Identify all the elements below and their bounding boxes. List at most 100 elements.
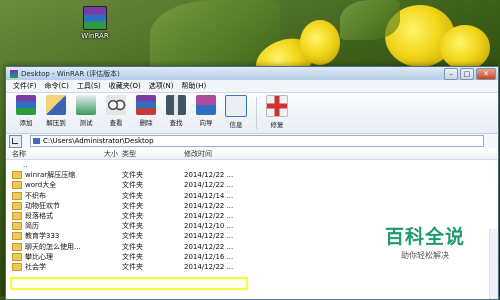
menu-help[interactable]: 帮助(H): [177, 81, 210, 91]
find-label: 查找: [169, 119, 183, 127]
close-button[interactable]: ✕: [476, 67, 496, 80]
list-header: 名称 大小 类型 修改时间: [6, 148, 498, 160]
row-type: 文件夹: [122, 212, 143, 221]
row-type: 文件夹: [122, 181, 143, 190]
row-name: 聊天的怎么使用...: [6, 242, 96, 252]
row-modified: 2014/12/22 ...: [184, 242, 234, 251]
winrar-icon: [83, 6, 107, 30]
winrar-window: Desktop - WinRAR (评估版本) – □ ✕ 文件(F) 命令(C…: [5, 66, 499, 300]
row-type: 文件夹: [122, 201, 143, 210]
test-icon: [76, 95, 96, 115]
parent-folder-icon: [12, 162, 20, 168]
table-row[interactable]: 动物狂欢节 文件夹 2014/12/22 ...: [6, 201, 498, 211]
row-name: 动物狂欢节: [6, 201, 96, 211]
row-type: 文件夹: [122, 252, 143, 261]
info-label: 信息: [229, 121, 243, 129]
table-row[interactable]: word大全 文件夹 2014/12/22 ...: [6, 180, 498, 190]
row-name: winrar解压压缩: [6, 170, 96, 180]
toolbar: 添加 解压到 测试 查看 删除 查找 向导 信息 修复: [6, 93, 498, 134]
row-name-text: winrar解压压缩: [25, 171, 76, 180]
table-row[interactable]: 社会学 文件夹 2014/12/22 ...: [6, 262, 498, 272]
repair-icon: [266, 95, 288, 117]
title-bar[interactable]: Desktop - WinRAR (评估版本) – □ ✕: [6, 67, 498, 80]
folder-icon: [12, 262, 22, 271]
row-modified: 2014/12/22 ...: [184, 201, 234, 210]
wallpaper-leaf: [340, 0, 400, 40]
desktop-icon-winrar[interactable]: WinRAR: [78, 6, 112, 40]
row-modified: 2014/12/22 ...: [184, 171, 234, 180]
row-name-text: 社会学: [25, 262, 46, 271]
extract-to-label: 解压到: [46, 119, 66, 127]
table-row[interactable]: 段落格式 文件夹 2014/12/22 ...: [6, 211, 498, 221]
row-type: 文件夹: [122, 262, 143, 271]
row-name: 教育学333: [6, 231, 96, 241]
row-modified: 2014/12/22 ...: [184, 262, 234, 271]
row-name: 不织布: [6, 191, 96, 201]
folder-icon: [12, 181, 22, 190]
row-modified: 2014/12/22 ...: [184, 181, 234, 190]
find-button[interactable]: 查找: [162, 95, 190, 127]
minimize-button[interactable]: –: [444, 67, 458, 80]
row-name-text: 动物狂欢节: [25, 201, 60, 210]
wizard-button[interactable]: 向导: [192, 95, 220, 127]
maximize-button[interactable]: □: [460, 67, 474, 80]
row-type: 文件夹: [122, 171, 143, 180]
folder-icon: [12, 212, 22, 221]
delete-button[interactable]: 删除: [132, 95, 160, 127]
row-modified: 2014/12/10 ...: [184, 222, 234, 231]
row-type: 文件夹: [122, 222, 143, 231]
add-label: 添加: [19, 119, 33, 127]
toolbar-separator: [256, 97, 257, 129]
window-title: Desktop - WinRAR (评估版本): [21, 69, 120, 78]
menu-options[interactable]: 选项(N): [145, 81, 178, 91]
selected-row-highlight: [10, 277, 248, 290]
find-icon: [166, 95, 186, 115]
repair-button[interactable]: 修复: [263, 95, 291, 129]
desktop-icon-label: WinRAR: [81, 32, 109, 40]
path-text: C:\Users\Administrator\Desktop: [43, 137, 154, 145]
column-size[interactable]: 大小: [96, 149, 122, 159]
folder-icon: [12, 191, 22, 200]
row-name-text: word大全: [25, 181, 57, 190]
row-name: ..: [6, 161, 96, 169]
watermark-subtitle: 助你轻松解决: [401, 251, 449, 260]
view-label: 查看: [109, 119, 123, 127]
table-row[interactable]: ..: [6, 160, 498, 170]
extract-to-button[interactable]: 解压到: [42, 95, 70, 127]
table-row[interactable]: winrar解压压缩 文件夹 2014/12/22 ...: [6, 170, 498, 180]
wizard-icon: [196, 95, 216, 115]
column-type[interactable]: 类型: [122, 149, 184, 159]
repair-label: 修复: [270, 121, 284, 129]
menu-bar: 文件(F) 命令(C) 工具(S) 收藏夹(O) 选项(N) 帮助(H): [6, 80, 498, 93]
drive-icon: [33, 138, 40, 144]
menu-tools[interactable]: 工具(S): [73, 81, 105, 91]
info-button[interactable]: 信息: [222, 95, 250, 129]
column-modified[interactable]: 修改时间: [184, 149, 264, 159]
menu-commands[interactable]: 命令(C): [41, 81, 73, 91]
table-row[interactable]: 不织布 文件夹 2014/12/14 ...: [6, 191, 498, 201]
row-name: 社会学: [6, 262, 96, 272]
row-name-text: ..: [23, 161, 28, 170]
row-type: 文件夹: [122, 242, 143, 251]
watermark-title: 百科全说: [384, 226, 465, 248]
vertical-scrollbar[interactable]: [489, 229, 498, 299]
folder-icon: [12, 222, 22, 231]
row-name-text: 攀比心理: [25, 252, 53, 261]
folder-icon: [12, 232, 22, 241]
delete-label: 删除: [139, 119, 153, 127]
folder-icon: [12, 201, 22, 210]
extract-icon: [46, 95, 66, 115]
row-name: 简历: [6, 221, 96, 231]
menu-file[interactable]: 文件(F): [9, 81, 41, 91]
add-archive-icon: [16, 95, 36, 115]
column-name[interactable]: 名称: [6, 149, 96, 159]
path-field[interactable]: C:\Users\Administrator\Desktop: [30, 135, 484, 147]
view-button[interactable]: 查看: [102, 95, 130, 127]
add-button[interactable]: 添加: [12, 95, 40, 127]
menu-favorites[interactable]: 收藏夹(O): [105, 81, 145, 91]
row-type: 文件夹: [122, 232, 143, 241]
test-button[interactable]: 测试: [72, 95, 100, 127]
row-modified: 2014/12/16 ...: [184, 252, 234, 261]
up-folder-icon[interactable]: [9, 134, 22, 148]
wizard-label: 向导: [199, 119, 213, 127]
